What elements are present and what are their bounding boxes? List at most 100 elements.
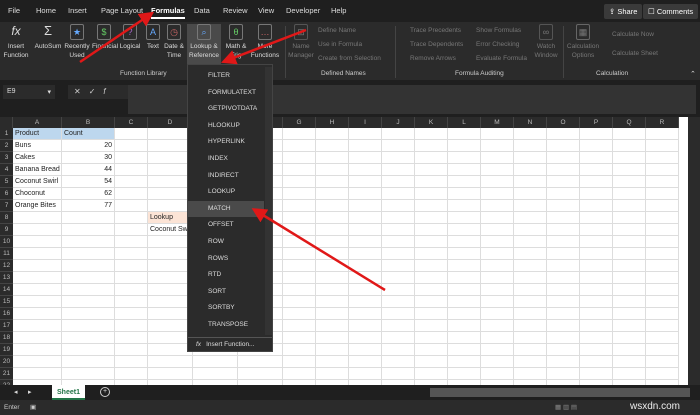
cell[interactable] bbox=[349, 152, 382, 164]
tab-page-layout[interactable]: Page Layout bbox=[101, 6, 143, 15]
cell[interactable] bbox=[580, 296, 613, 308]
cell[interactable] bbox=[613, 356, 646, 368]
row-header[interactable]: 18 bbox=[0, 332, 13, 344]
scroll-right-icon[interactable]: ▸ bbox=[28, 388, 32, 396]
cell[interactable] bbox=[62, 224, 115, 236]
dropdown-item-sort[interactable]: SORT bbox=[188, 284, 264, 300]
cell[interactable] bbox=[646, 344, 679, 356]
cell[interactable] bbox=[349, 176, 382, 188]
cell[interactable] bbox=[13, 260, 62, 272]
cell[interactable] bbox=[448, 260, 481, 272]
tab-view[interactable]: View bbox=[258, 6, 274, 15]
cell[interactable] bbox=[547, 296, 580, 308]
product-cell[interactable]: Banana Bread bbox=[13, 164, 62, 176]
cell[interactable] bbox=[646, 152, 679, 164]
scroll-left-icon[interactable]: ◂ bbox=[14, 388, 18, 396]
cell[interactable] bbox=[115, 140, 148, 152]
cell[interactable] bbox=[448, 296, 481, 308]
cell[interactable] bbox=[415, 128, 448, 140]
cell[interactable] bbox=[514, 296, 547, 308]
calculate-now-button[interactable]: Calculate Now bbox=[612, 31, 654, 38]
cell[interactable] bbox=[415, 140, 448, 152]
cell[interactable] bbox=[448, 320, 481, 332]
cell[interactable] bbox=[382, 368, 415, 380]
cell[interactable] bbox=[382, 128, 415, 140]
cell[interactable] bbox=[349, 260, 382, 272]
cell[interactable] bbox=[580, 356, 613, 368]
cell[interactable] bbox=[613, 212, 646, 224]
dropdown-item-filter[interactable]: FILTER bbox=[188, 68, 264, 84]
cell[interactable] bbox=[547, 188, 580, 200]
cell[interactable] bbox=[115, 200, 148, 212]
cell[interactable] bbox=[547, 260, 580, 272]
cell[interactable] bbox=[646, 368, 679, 380]
column-header[interactable]: L bbox=[448, 117, 481, 128]
row-header[interactable]: 20 bbox=[0, 356, 13, 368]
cell[interactable] bbox=[448, 308, 481, 320]
tab-file[interactable]: File bbox=[8, 6, 20, 15]
cell[interactable] bbox=[115, 224, 148, 236]
cell[interactable] bbox=[481, 200, 514, 212]
cell[interactable] bbox=[547, 272, 580, 284]
cell[interactable] bbox=[415, 248, 448, 260]
column-header[interactable]: R bbox=[646, 117, 679, 128]
cell[interactable] bbox=[148, 356, 193, 368]
cell[interactable] bbox=[514, 128, 547, 140]
cell[interactable] bbox=[382, 200, 415, 212]
cell[interactable] bbox=[283, 332, 316, 344]
cell[interactable] bbox=[316, 284, 349, 296]
cell[interactable] bbox=[514, 236, 547, 248]
cell[interactable] bbox=[62, 248, 115, 260]
cell[interactable] bbox=[580, 128, 613, 140]
column-header[interactable]: P bbox=[580, 117, 613, 128]
cell[interactable] bbox=[316, 260, 349, 272]
cell[interactable] bbox=[62, 260, 115, 272]
dropdown-item-hlookup[interactable]: HLOOKUP bbox=[188, 118, 264, 134]
column-header[interactable]: Q bbox=[613, 117, 646, 128]
row-header[interactable]: 5 bbox=[0, 176, 13, 188]
cell[interactable] bbox=[283, 176, 316, 188]
cell[interactable] bbox=[382, 296, 415, 308]
cell[interactable] bbox=[547, 224, 580, 236]
cell[interactable] bbox=[349, 188, 382, 200]
column-header[interactable]: O bbox=[547, 117, 580, 128]
cell[interactable] bbox=[646, 140, 679, 152]
cell[interactable] bbox=[316, 212, 349, 224]
cell[interactable] bbox=[382, 272, 415, 284]
cell[interactable] bbox=[115, 212, 148, 224]
cell[interactable] bbox=[580, 260, 613, 272]
header-cell[interactable]: Product bbox=[13, 128, 62, 140]
financial-button[interactable]: $ Financial bbox=[92, 24, 118, 51]
cell[interactable] bbox=[580, 248, 613, 260]
calculate-sheet-button[interactable]: Calculate Sheet bbox=[612, 50, 658, 57]
recently-used-button[interactable]: ★ Recently Used bbox=[64, 24, 90, 60]
cell[interactable] bbox=[349, 212, 382, 224]
sheet-tab-sheet1[interactable]: Sheet1 bbox=[52, 385, 85, 400]
row-header[interactable]: 3 bbox=[0, 152, 13, 164]
row-header[interactable]: 8 bbox=[0, 212, 13, 224]
cell[interactable] bbox=[316, 128, 349, 140]
cell[interactable] bbox=[448, 224, 481, 236]
tab-formulas[interactable]: Formulas bbox=[151, 6, 185, 19]
tab-review[interactable]: Review bbox=[223, 6, 248, 15]
use-in-formula-button[interactable]: Use in Formula bbox=[318, 41, 362, 48]
cell[interactable] bbox=[382, 224, 415, 236]
cell[interactable] bbox=[415, 212, 448, 224]
cell[interactable] bbox=[316, 236, 349, 248]
cell[interactable] bbox=[349, 248, 382, 260]
cell[interactable] bbox=[646, 212, 679, 224]
cell[interactable] bbox=[283, 200, 316, 212]
cell[interactable] bbox=[349, 128, 382, 140]
cell[interactable] bbox=[349, 320, 382, 332]
cell[interactable] bbox=[415, 368, 448, 380]
cell[interactable] bbox=[514, 308, 547, 320]
row-header[interactable]: 9 bbox=[0, 224, 13, 236]
column-header[interactable]: J bbox=[382, 117, 415, 128]
dropdown-item-hyperlink[interactable]: HYPERLINK bbox=[188, 134, 264, 150]
row-header[interactable]: 14 bbox=[0, 284, 13, 296]
cell[interactable] bbox=[115, 152, 148, 164]
cell[interactable] bbox=[481, 224, 514, 236]
insert-function-menu-item[interactable]: fx Insert Function... bbox=[188, 337, 272, 353]
cell[interactable] bbox=[613, 188, 646, 200]
column-header[interactable]: G bbox=[283, 117, 316, 128]
